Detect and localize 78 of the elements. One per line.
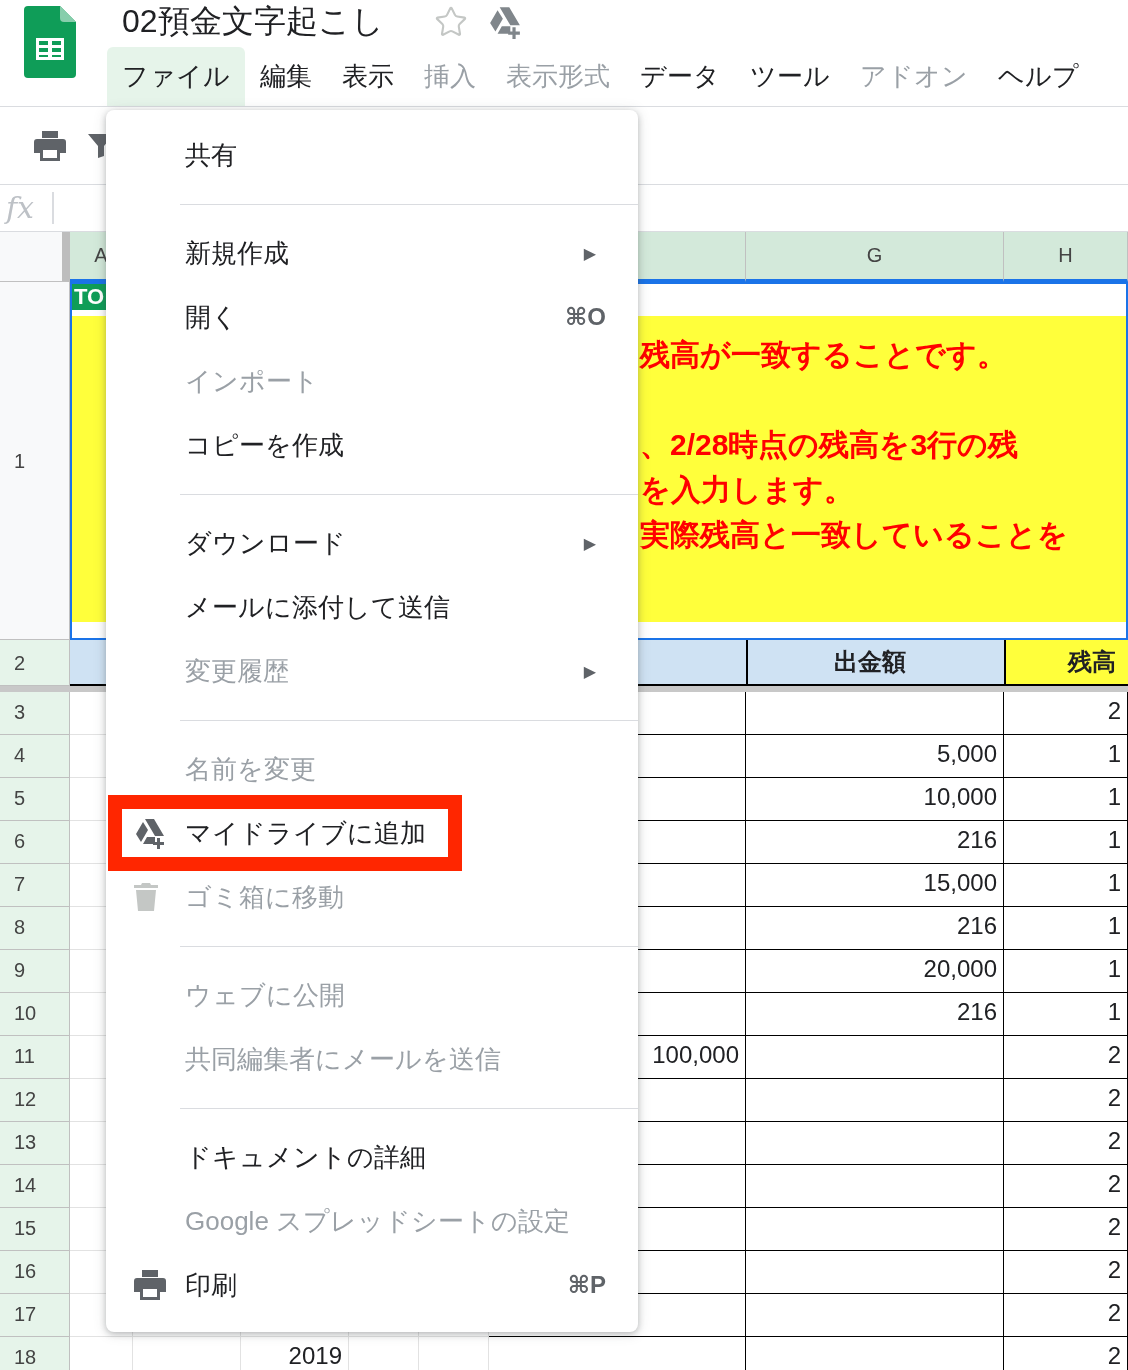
menu-tab[interactable]: ヘルプ bbox=[983, 47, 1094, 106]
table-cell: 1 bbox=[1004, 821, 1128, 864]
menu-tab[interactable]: 表示 bbox=[327, 47, 409, 106]
row-header[interactable]: 15 bbox=[0, 1208, 70, 1251]
menu-item[interactable]: 共有 bbox=[106, 123, 638, 187]
menu-item[interactable]: コピーを作成 bbox=[106, 413, 638, 477]
menu-item[interactable]: ダウンロード ▶ bbox=[106, 511, 638, 575]
table-cell: 1 bbox=[1004, 735, 1128, 778]
trash-icon bbox=[134, 883, 158, 911]
spreadsheet-logo[interactable] bbox=[24, 6, 76, 78]
row-header[interactable]: 1 bbox=[0, 282, 70, 640]
row-header[interactable]: 2 bbox=[0, 640, 70, 686]
row-header[interactable]: 6 bbox=[0, 821, 70, 864]
table-cell: 2 bbox=[1004, 1165, 1128, 1208]
drive-add-icon bbox=[487, 5, 522, 39]
table-cell: 2 bbox=[1004, 692, 1128, 735]
notice-line: 実際残高と一致していることを bbox=[640, 517, 1069, 553]
row-header[interactable]: 16 bbox=[0, 1251, 70, 1294]
printer-icon[interactable] bbox=[34, 130, 66, 161]
table-cell: 20,000 bbox=[746, 950, 1004, 993]
menu-tab[interactable]: ファイル bbox=[107, 47, 245, 106]
table-cell: 2 bbox=[1004, 1079, 1128, 1122]
table-cell: 216 bbox=[746, 907, 1004, 950]
submenu-arrow: ▶ bbox=[583, 661, 596, 681]
table-cell: 2019 bbox=[241, 1337, 349, 1370]
row-header[interactable]: 9 bbox=[0, 950, 70, 993]
formula-label: fx bbox=[0, 192, 55, 224]
shortcut-label: ⌘O bbox=[565, 303, 606, 331]
row-header[interactable]: 14 bbox=[0, 1165, 70, 1208]
row-header[interactable]: 7 bbox=[0, 864, 70, 907]
table-cell: 1 bbox=[1004, 778, 1128, 821]
document-title[interactable]: 02預金文字起こし bbox=[122, 0, 384, 44]
table-cell: 1 bbox=[1004, 864, 1128, 907]
header-cell: 残高 bbox=[1004, 640, 1128, 686]
table-cell: 5,000 bbox=[746, 735, 1004, 778]
table-cell: 1 bbox=[1004, 907, 1128, 950]
submenu-arrow: ▶ bbox=[583, 243, 596, 263]
table-cell: 15,000 bbox=[746, 864, 1004, 907]
submenu-arrow: ▶ bbox=[583, 533, 596, 553]
star-icon[interactable] bbox=[433, 5, 468, 39]
table-cell: 2 bbox=[1004, 1337, 1128, 1370]
table-cell: 1 bbox=[1004, 950, 1128, 993]
drive-add-icon bbox=[134, 817, 166, 849]
row-header[interactable]: 8 bbox=[0, 907, 70, 950]
column-header[interactable]: G bbox=[746, 232, 1004, 282]
table-cell: 1 bbox=[1004, 993, 1128, 1036]
header-cell: 出金額 bbox=[746, 640, 1004, 686]
table-cell: 2 bbox=[1004, 1208, 1128, 1251]
table-cell: 2 bbox=[1004, 1251, 1128, 1294]
notice-line: を入力します。 bbox=[640, 472, 855, 508]
shortcut-label: ⌘P bbox=[567, 1271, 606, 1299]
notice-line: 、2/28時点の残高を3行の残 bbox=[640, 427, 1020, 463]
table-cell: 216 bbox=[746, 821, 1004, 864]
tag-label: TO bbox=[72, 284, 107, 310]
row-header[interactable]: 13 bbox=[0, 1122, 70, 1165]
menu-item[interactable]: 印刷 ⌘P bbox=[106, 1253, 638, 1317]
menu-tab[interactable]: データ bbox=[625, 47, 735, 106]
table-cell: 10,000 bbox=[746, 778, 1004, 821]
column-header[interactable]: H bbox=[1004, 232, 1128, 282]
menu-item[interactable]: 開く ⌘O bbox=[106, 285, 638, 349]
table-cell: 2 bbox=[1004, 1294, 1128, 1337]
menu-tab[interactable]: 編集 bbox=[245, 47, 327, 106]
row-header[interactable]: 17 bbox=[0, 1294, 70, 1337]
notice-line: 残高が一致することです。 bbox=[640, 337, 1008, 373]
row-header[interactable]: 3 bbox=[0, 692, 70, 735]
row-header[interactable]: 10 bbox=[0, 993, 70, 1036]
menu-item[interactable]: メールに添付して送信 bbox=[106, 575, 638, 639]
row-header[interactable]: 4 bbox=[0, 735, 70, 778]
row-header[interactable]: 11 bbox=[0, 1036, 70, 1079]
table-cell: 2 bbox=[1004, 1036, 1128, 1079]
row-header[interactable]: 18 bbox=[0, 1337, 70, 1370]
menu-tab[interactable]: ツール bbox=[735, 47, 845, 106]
menu-item[interactable]: ドキュメントの詳細 bbox=[106, 1125, 638, 1189]
row-header[interactable]: 5 bbox=[0, 778, 70, 821]
table-cell: 2 bbox=[1004, 1122, 1128, 1165]
printer-icon[interactable] bbox=[134, 1270, 166, 1300]
table-cell: 216 bbox=[746, 993, 1004, 1036]
row-header[interactable]: 12 bbox=[0, 1079, 70, 1122]
